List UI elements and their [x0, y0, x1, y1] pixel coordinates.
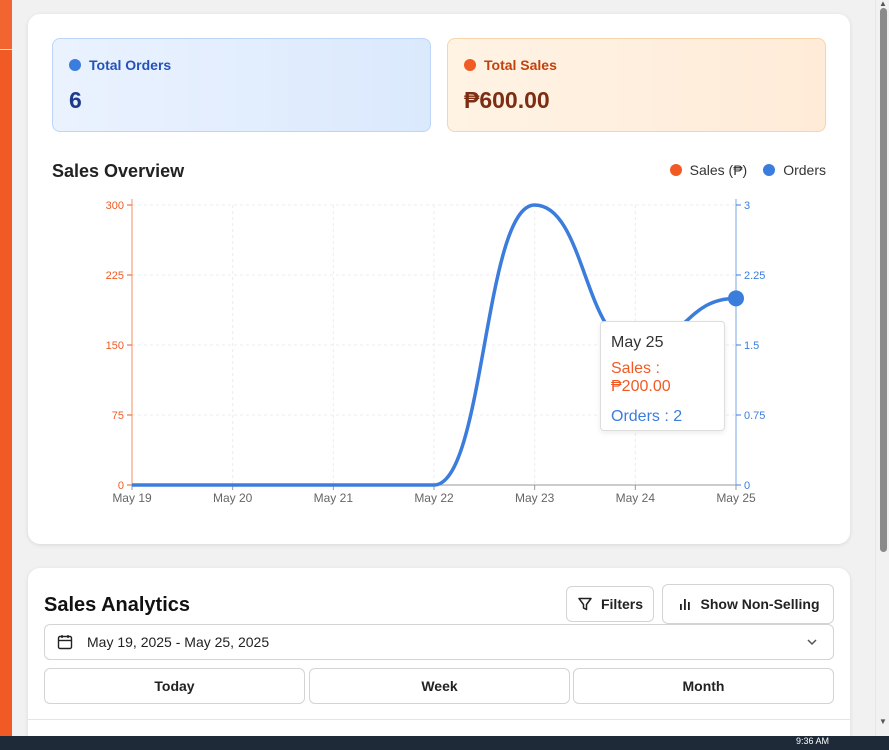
tooltip-orders: Orders : 2	[611, 408, 683, 425]
chart-tooltip: May 25 Sales : ₱200.00 Orders : 2	[600, 321, 725, 431]
calendar-icon	[57, 635, 73, 650]
sales-analytics-card: Sales Analytics Filters Show Non-Selling…	[28, 568, 850, 750]
summary-card: Total Orders 6 Total Sales ₱600.00 Sales…	[28, 14, 850, 544]
date-range-select[interactable]: May 19, 2025 - May 25, 2025	[44, 624, 834, 660]
right-axis-tick-label: 3	[744, 200, 750, 212]
sales-overview-chart[interactable]: 07515022530000.751.52.253May 19 May 20 May…	[28, 14, 850, 544]
right-axis-tick-label: 2.25	[744, 270, 765, 282]
x-axis-tick-label: May 19	[112, 491, 152, 505]
filters-button-label: Filters	[600, 596, 643, 612]
date-range-value: May 19, 2025 - May 25, 2025	[87, 634, 270, 650]
left-axis-tick-label: 150	[106, 340, 124, 352]
sales-analytics-title: Sales Analytics	[44, 594, 191, 616]
x-axis-tick-label: May 24	[616, 491, 656, 505]
show-non-selling-button[interactable]: Show Non-Selling	[662, 584, 834, 624]
x-axis-tick-label: May 25	[716, 491, 756, 505]
right-axis-tick-label: 0.75	[744, 410, 765, 422]
orders-active-point	[728, 290, 744, 307]
scroll-down-arrow-icon[interactable]: ▼	[879, 718, 887, 726]
taskbar-clock: 9:36 AM	[795, 736, 829, 746]
period-month-button[interactable]: Month	[573, 668, 834, 704]
filters-button[interactable]: Filters	[566, 586, 654, 622]
left-axis-tick-label: 75	[112, 410, 124, 422]
right-axis-tick-label: 1.5	[744, 340, 759, 352]
tooltip-sales: Sales : ₱200.00	[611, 360, 671, 395]
period-today-button[interactable]: Today	[44, 668, 305, 704]
scroll-up-arrow-icon[interactable]: ▲	[879, 0, 887, 8]
left-accent-strip	[0, 0, 12, 736]
bar-chart-icon	[679, 599, 690, 610]
taskbar: 9:36 AM	[0, 736, 889, 750]
tooltip-date: May 25	[611, 334, 664, 351]
left-axis-tick-label: 225	[106, 270, 124, 282]
section-divider	[28, 719, 850, 720]
x-axis-tick-label: May 21	[314, 491, 354, 505]
filter-icon	[578, 597, 592, 611]
show-non-selling-label: Show Non-Selling	[700, 596, 820, 612]
chevron-down-icon	[807, 639, 817, 646]
left-strip-header	[0, 0, 12, 50]
period-week-button[interactable]: Week	[309, 668, 570, 704]
x-axis-tick-label: May 22	[414, 491, 454, 505]
x-axis-tick-label: May 20	[213, 491, 253, 505]
vertical-scrollbar[interactable]: ▲ ▼	[875, 0, 889, 736]
scroll-thumb[interactable]	[880, 8, 887, 552]
left-axis-tick-label: 300	[106, 200, 124, 212]
x-axis-tick-label: May 23	[515, 491, 555, 505]
